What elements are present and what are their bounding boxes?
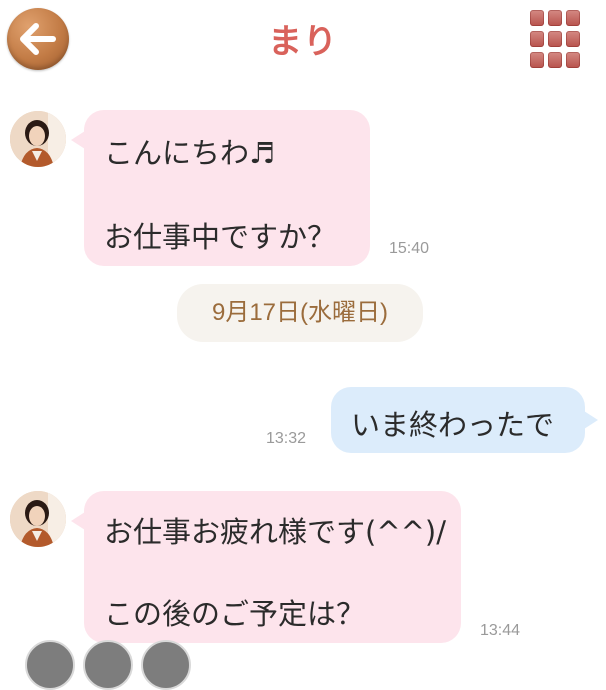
grid-menu-icon	[548, 10, 562, 26]
date-separator: 9月17日(水曜日)	[177, 284, 423, 342]
outgoing-message-bubble[interactable]: いま終わったで	[331, 387, 585, 453]
partner-avatar[interactable]	[10, 111, 66, 167]
grid-menu-icon	[566, 31, 580, 47]
grid-menu-icon	[530, 31, 544, 47]
avatar-photo-icon	[10, 491, 66, 547]
message-text: お仕事中ですか？	[104, 220, 337, 254]
avatar-photo-icon	[10, 111, 66, 167]
action-button[interactable]	[141, 640, 191, 690]
incoming-message-bubble[interactable]: こんにちわ♬ お仕事中ですか？	[84, 110, 370, 266]
grid-menu-icon	[548, 52, 562, 68]
bubble-tail	[71, 131, 85, 149]
grid-menu-icon	[548, 31, 562, 47]
grid-menu-icon	[530, 52, 544, 68]
message-text: この後のご予定は？	[104, 597, 366, 631]
message-text: お仕事お疲れ様です(^^)/	[104, 515, 446, 549]
action-button[interactable]	[83, 640, 133, 690]
menu-grid-button[interactable]	[530, 10, 580, 68]
message-timestamp: 15:40	[389, 240, 430, 257]
chat-partner-name: まり	[268, 22, 338, 62]
partner-avatar[interactable]	[10, 491, 66, 547]
action-button[interactable]	[25, 640, 75, 690]
incoming-message-bubble[interactable]: お仕事お疲れ様です(^^)/ この後のご予定は？	[84, 491, 461, 643]
message-timestamp: 13:44	[480, 622, 521, 639]
bottom-action-buttons	[25, 640, 225, 690]
chat-header: まり	[0, 0, 606, 82]
message-text: いま終わったで	[351, 408, 555, 442]
message-timestamp: 13:32	[266, 430, 307, 447]
bubble-tail	[71, 512, 85, 530]
grid-menu-icon	[530, 10, 544, 26]
message-text: こんにちわ♬	[104, 136, 275, 170]
grid-menu-icon	[566, 10, 580, 26]
bubble-tail	[584, 411, 598, 429]
grid-menu-icon	[566, 52, 580, 68]
